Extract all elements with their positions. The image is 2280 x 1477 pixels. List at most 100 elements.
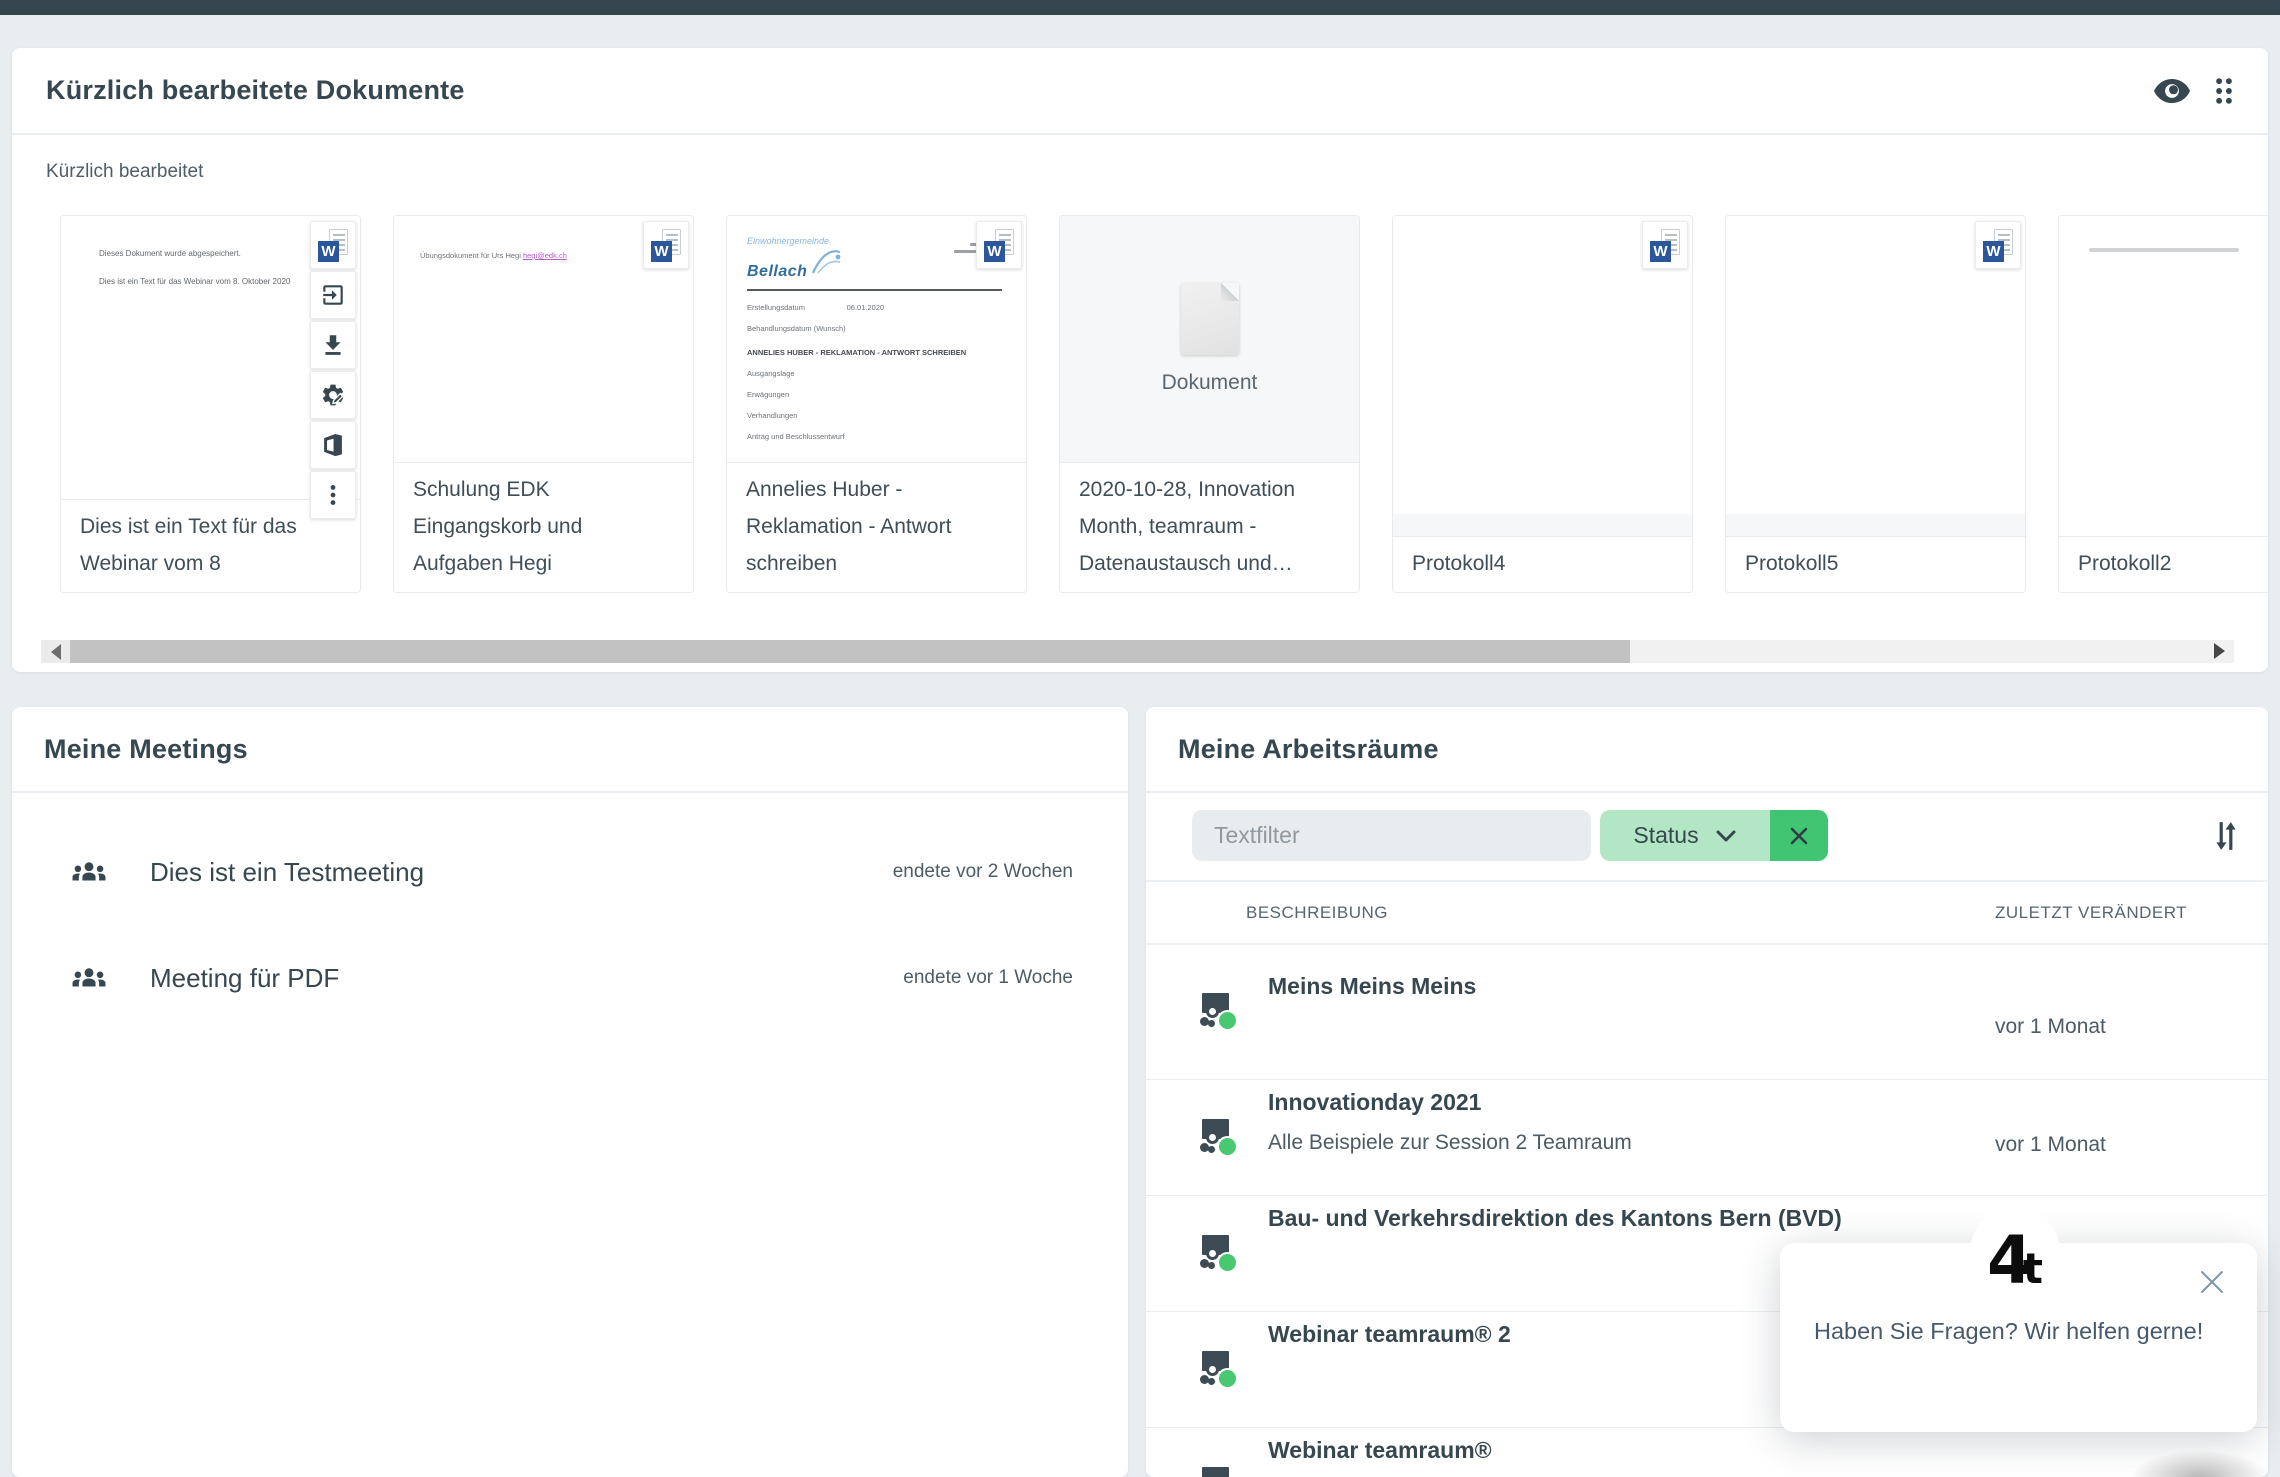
recent-documents-header: Kürzlich bearbeitete Dokumente	[12, 48, 2268, 135]
top-bar	[0, 0, 2280, 15]
word-file-icon: W	[310, 221, 356, 269]
letter-line: Erstellungsdatum 06.01.2020	[747, 304, 1010, 312]
workspace-subtitle: Alle Beispiele zur Session 2 Teamraum	[1268, 1131, 1632, 1155]
meeting-ended-label: endete vor 2 Wochen	[893, 861, 1073, 883]
preview-link: hegi@edk.ch	[523, 251, 567, 260]
document-card[interactable]: Einwohnergemeinde Bellach Erstellungsdat…	[726, 215, 1027, 593]
settings-edit-button[interactable]	[310, 371, 356, 419]
workspaces-filterbar: Status	[1192, 810, 2238, 861]
status-filter-clear-button[interactable]	[1770, 810, 1828, 861]
workspace-modified: vor 1 Monat	[1995, 1133, 2106, 1157]
recent-documents-panel: Kürzlich bearbeitete Dokumente Kürzlich …	[12, 48, 2268, 672]
letter-line: Erwägungen	[747, 391, 1010, 399]
document-card[interactable]: Protokoll2 W	[2058, 215, 2268, 593]
meeting-row[interactable]: Dies ist ein Testmeeting endete vor 2 Wo…	[12, 819, 1128, 925]
sort-button[interactable]	[2214, 820, 2238, 852]
panel-actions	[2154, 77, 2234, 105]
cards-horizontal-scrollbar[interactable]	[41, 640, 2234, 663]
meeting-ended-label: endete vor 1 Woche	[903, 967, 1073, 989]
document-card[interactable]: Protokoll5 W	[1725, 215, 2026, 593]
letter-rule	[747, 289, 1002, 291]
4teamwork-logo: 4t	[1970, 1207, 2060, 1297]
groups-icon	[70, 858, 108, 886]
scroll-left-button[interactable]	[41, 640, 70, 663]
status-dot	[1217, 1010, 1238, 1031]
workspaces-table-header: BESCHREIBUNG ZULETZT VERÄNDERT	[1146, 880, 2268, 945]
document-card[interactable]: Dokument 2020-10-28, Innovation Month, t…	[1059, 215, 1360, 593]
panel-title: Kürzlich bearbeitete Dokumente	[46, 75, 465, 106]
close-icon	[2197, 1267, 2227, 1297]
workspace-row[interactable]: Meins Meins Meins vor 1 Monat	[1146, 945, 2268, 1080]
letterhead-org: Einwohnergemeinde	[747, 236, 843, 246]
workspace-row[interactable]: Webinar teamraum®	[1146, 1428, 2268, 1477]
word-file-icon: W	[976, 221, 1022, 269]
status-filter-label: Status	[1633, 822, 1698, 849]
panel-title: Meine Arbeitsräume	[1178, 734, 1439, 765]
column-header-modified: ZULETZT VERÄNDERT	[1995, 903, 2187, 923]
document-title: Protokoll4	[1393, 536, 1692, 592]
preview-text-line	[2089, 248, 2239, 252]
document-card[interactable]: Dieses Dokument wurde abgespeichert. Die…	[60, 215, 361, 593]
section-label: Kürzlich bearbeitet	[46, 161, 203, 183]
workspace-title[interactable]: Innovationday 2021	[1268, 1089, 1481, 1116]
workspace-title[interactable]: Webinar teamraum® 2	[1268, 1321, 1511, 1348]
dashboard-screen: Kürzlich bearbeitete Dokumente Kürzlich …	[0, 0, 2280, 1477]
document-placeholder-icon	[1181, 283, 1239, 355]
letter-line: Verhandlungen	[747, 412, 1010, 420]
more-vertical-button[interactable]	[310, 471, 356, 519]
groups-icon	[70, 964, 108, 992]
office-button[interactable]	[310, 421, 356, 469]
word-file-icon: W	[643, 221, 689, 269]
scroll-right-icon[interactable]	[2214, 643, 2225, 659]
status-filter-chip: Status	[1600, 810, 1828, 861]
sort-arrows-icon	[2214, 820, 2238, 852]
document-title: Protokoll5	[1726, 536, 2025, 592]
scrollbar-thumb[interactable]	[70, 640, 1630, 663]
meeting-name[interactable]: Dies ist ein Testmeeting	[150, 857, 893, 888]
status-dot	[1217, 1136, 1238, 1157]
status-dot	[1217, 1252, 1238, 1273]
drag-indicator-icon[interactable]	[2214, 77, 2234, 105]
workspace-title[interactable]: Bau- und Verkehrsdirektion des Kantons B…	[1268, 1205, 1842, 1232]
letter-line: Antrag und Beschlussentwurf	[747, 433, 1010, 441]
workspace-title[interactable]: Webinar teamraum®	[1268, 1437, 1492, 1464]
word-file-icon: W	[1975, 221, 2021, 269]
workspace-row[interactable]: Innovationday 2021 Alle Beispiele zur Se…	[1146, 1080, 2268, 1196]
document-title: Protokoll2	[2059, 536, 2268, 592]
document-preview: Dokument	[1060, 216, 1359, 462]
workspace-icon	[1200, 1467, 1238, 1477]
document-hover-toolbar: W	[310, 221, 356, 519]
document-cards-row: Dieses Dokument wurde abgespeichert. Die…	[60, 215, 2268, 593]
letter-line: Behandlungsdatum (Wunsch)	[747, 325, 1010, 333]
letterhead-name: Bellach	[747, 263, 807, 280]
scroll-left-icon	[51, 644, 61, 660]
document-card[interactable]: Protokoll4 W	[1392, 215, 1693, 593]
download-button[interactable]	[310, 321, 356, 369]
workspace-icon	[1200, 1351, 1238, 1389]
preview-text: Übungsdokument für Urs Hegi	[420, 251, 523, 260]
status-filter-dropdown[interactable]: Status	[1600, 810, 1770, 861]
text-filter-input[interactable]	[1192, 810, 1591, 861]
meetings-list: Dies ist ein Testmeeting endete vor 2 Wo…	[12, 793, 1128, 1031]
placeholder-label: Dokument	[1162, 371, 1258, 395]
panel-title: Meine Meetings	[44, 734, 248, 765]
my-meetings-panel: Meine Meetings Dies ist ein Testmeeting …	[12, 707, 1128, 1477]
workspace-modified: vor 1 Monat	[1995, 1015, 2106, 1039]
popup-close-button[interactable]	[2197, 1267, 2227, 1302]
help-popup: 4t Haben Sie Fragen? Wir helfen gerne!	[1780, 1243, 2257, 1432]
status-dot	[1217, 1368, 1238, 1389]
word-file-icon: W	[1642, 221, 1688, 269]
open-document-button[interactable]	[310, 271, 356, 319]
document-title: Schulung EDK Eingangskorb und Aufgaben H…	[394, 462, 693, 592]
workspace-icon	[1200, 1119, 1238, 1157]
my-meetings-header: Meine Meetings	[12, 707, 1128, 793]
workspace-title[interactable]: Meins Meins Meins	[1268, 973, 1476, 1000]
workspace-icon	[1200, 1235, 1238, 1273]
letter-line: ANNELIES HUBER - REKLAMATION - ANTWORT S…	[747, 349, 1010, 357]
document-preview	[2059, 216, 2268, 536]
meeting-row[interactable]: Meeting für PDF endete vor 1 Woche	[12, 925, 1128, 1031]
document-card[interactable]: Übungsdokument für Urs Hegi hegi@edk.ch …	[393, 215, 694, 593]
column-header-description: BESCHREIBUNG	[1246, 903, 1388, 923]
meeting-name[interactable]: Meeting für PDF	[150, 963, 903, 994]
visibility-icon[interactable]	[2154, 78, 2190, 104]
